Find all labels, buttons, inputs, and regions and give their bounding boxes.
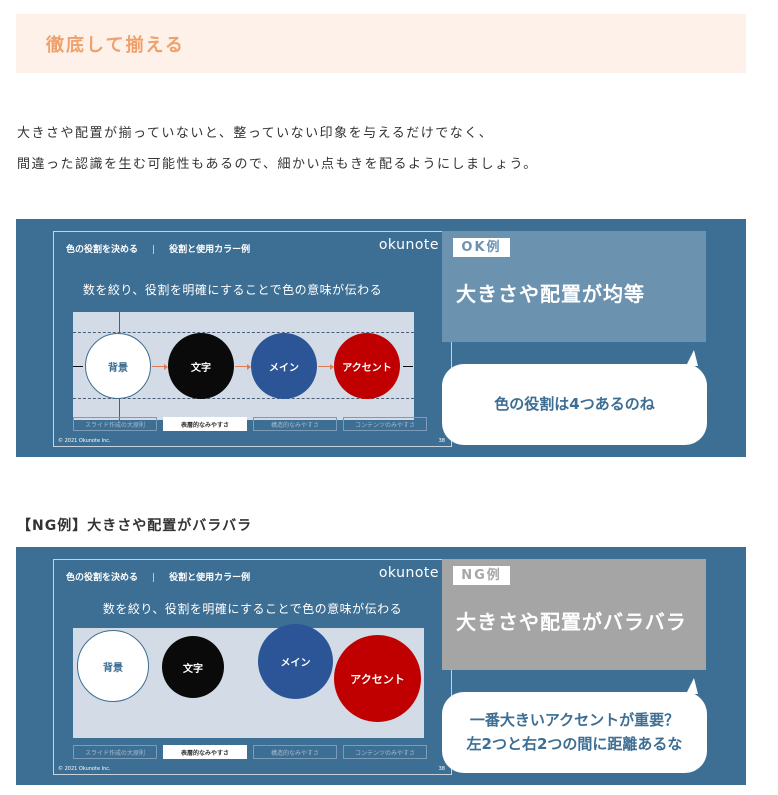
ng-bubble-line-1: 一番大きいアクセントが重要？ (469, 711, 680, 730)
section-title: 徹底して揃える (46, 35, 185, 56)
slide-tabs: スライド作成の大原則 表層的なみやすさ 構造的なみやすさ コンテンツのみやすさ (73, 745, 427, 759)
circle-main: メイン (251, 333, 317, 399)
slide-message: 数を絞り、役割を明確にすることで色の意味が伝わる (82, 283, 383, 297)
ng-headline: 大きさや配置がバラバラ (456, 610, 687, 634)
ng-label-box: NG例 大きさや配置がバラバラ (442, 559, 706, 670)
okunote-logo: okunote (378, 237, 439, 253)
slide-subsection: 役割と使用カラー例 (169, 573, 251, 583)
tab-surface: 表層的なみやすさ (163, 417, 247, 431)
margin-arrow-right (403, 366, 413, 367)
okunote-logo: okunote (378, 565, 439, 581)
section-heading-box: 徹底して揃える (16, 14, 746, 73)
intro-line-1: 大きさや配置が揃っていないと、整っていない印象を与えるだけでなく、 (17, 126, 494, 141)
slide-tabs: スライド作成の大原則 表層的なみやすさ 構造的なみやすさ コンテンツのみやすさ (73, 417, 427, 431)
slide-header: 色の役割を決める | 役割と使用カラー例 (66, 245, 251, 255)
ok-label-box: OK例 大きさや配置が均等 (442, 231, 706, 342)
slide-section: 色の役割を決める (66, 573, 139, 583)
margin-arrow-left (73, 366, 83, 367)
circle-background: 背景 (85, 333, 151, 399)
ng-heading: 【NG例】大きさや配置がバラバラ (17, 518, 253, 534)
slide-message: 数を絞り、役割を明確にすることで色の意味が伝わる (102, 602, 403, 616)
circle-area: 背景 文字 メイン アクセント (73, 312, 414, 420)
tab-structure: 構造的なみやすさ (253, 417, 337, 431)
ok-slide-thumbnail: 色の役割を決める | 役割と使用カラー例 okunote 数を絞り、役割を明確にする… (53, 231, 452, 447)
tab-principles: スライド作成の大原則 (73, 417, 157, 431)
tab-surface: 表層的なみやすさ (163, 745, 247, 759)
tab-structure: 構造的なみやすさ (253, 745, 337, 759)
ok-example-panel: 色の役割を決める | 役割と使用カラー例 okunote 数を絞り、役割を明確にする… (16, 219, 746, 457)
ok-speech-bubble: 色の役割は4つあるのね (442, 350, 707, 445)
ng-example-panel: 色の役割を決める | 役割と使用カラー例 okunote 数を絞り、役割を明確にする… (16, 547, 746, 785)
slide-header: 色の役割を決める | 役割と使用カラー例 (66, 573, 251, 583)
circle-main: メイン (258, 624, 333, 699)
ok-tag: OK例 (453, 238, 510, 257)
slide-page-number: 38 (438, 438, 445, 444)
circle-background: 背景 (77, 630, 149, 702)
slide-copyright: © 2021 Okunote Inc. (58, 438, 111, 444)
circle-text: 文字 (162, 636, 224, 698)
ng-bubble-line-2: 左2つと右2つの間に距離あるな (466, 734, 683, 753)
ng-slide-thumbnail: 色の役割を決める | 役割と使用カラー例 okunote 数を絞り、役割を明確にする… (53, 559, 452, 775)
circle-accent: アクセント (334, 635, 421, 722)
connector-arrow (318, 364, 334, 370)
tab-content: コンテンツのみやすさ (343, 417, 427, 431)
circle-area: 背景 文字 メイン アクセント (73, 624, 424, 738)
spacing-arrow-top (119, 312, 120, 332)
tab-content: コンテンツのみやすさ (343, 745, 427, 759)
ng-tag: NG例 (453, 566, 510, 585)
tab-principles: スライド作成の大原則 (73, 745, 157, 759)
circle-accent: アクセント (334, 333, 400, 399)
circle-text: 文字 (168, 333, 234, 399)
connector-arrow (152, 364, 168, 370)
ok-bubble-text: 色の役割は4つあるのね (494, 394, 655, 413)
ok-headline: 大きさや配置が均等 (456, 282, 645, 306)
slide-subsection: 役割と使用カラー例 (169, 245, 251, 255)
slide-copyright: © 2021 Okunote Inc. (58, 766, 111, 772)
connector-arrow (235, 364, 251, 370)
slide-page-number: 38 (438, 766, 445, 772)
intro-line-2: 間違った認識を生む可能性もあるので、細かい点もきを配るようにしましょう。 (17, 157, 538, 172)
ng-speech-bubble: 一番大きいアクセントが重要？ 左2つと右2つの間に距離あるな (442, 678, 707, 773)
slide-section: 色の役割を決める (66, 245, 139, 255)
